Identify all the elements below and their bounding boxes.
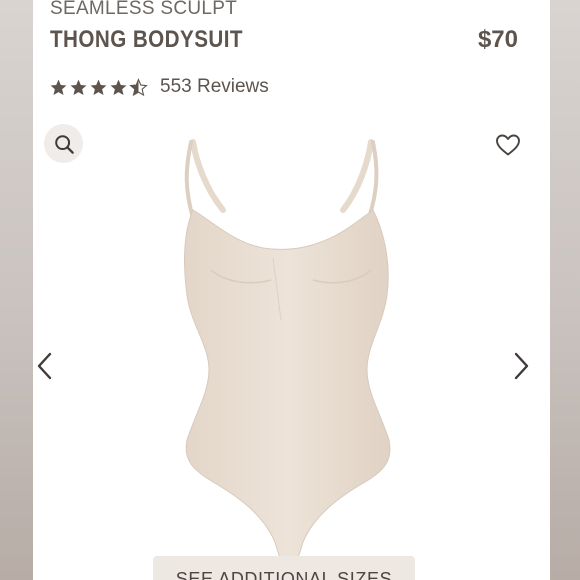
search-button[interactable] [44,124,83,163]
background-right-edge [550,0,580,580]
chevron-left-icon [37,352,52,380]
star-icon [90,79,107,95]
star-icon [70,79,87,95]
product-page: SEAMLESS SCULPT THONG BODYSUIT $70 553 R… [33,0,550,580]
heart-outline-icon [496,134,520,156]
chevron-right-icon [514,352,529,380]
rating-row[interactable]: 553 Reviews [49,76,269,98]
product-collection: SEAMLESS SCULPT [50,0,238,19]
star-icon [50,79,67,95]
star-icon [110,79,127,95]
reviews-count-link[interactable]: 553 Reviews [160,76,269,98]
wishlist-button[interactable] [492,130,524,160]
search-icon [54,134,74,154]
star-rating [49,77,149,97]
product-image [184,139,391,577]
star-half-icon [129,77,148,96]
next-image-button[interactable] [509,348,533,384]
see-additional-sizes-button[interactable]: SEE ADDITIONAL SIZES [153,556,415,580]
product-price: $70 [477,26,518,53]
background-left-edge [0,0,33,580]
previous-image-button[interactable] [33,348,57,384]
product-title: THONG BODYSUIT [50,26,243,53]
